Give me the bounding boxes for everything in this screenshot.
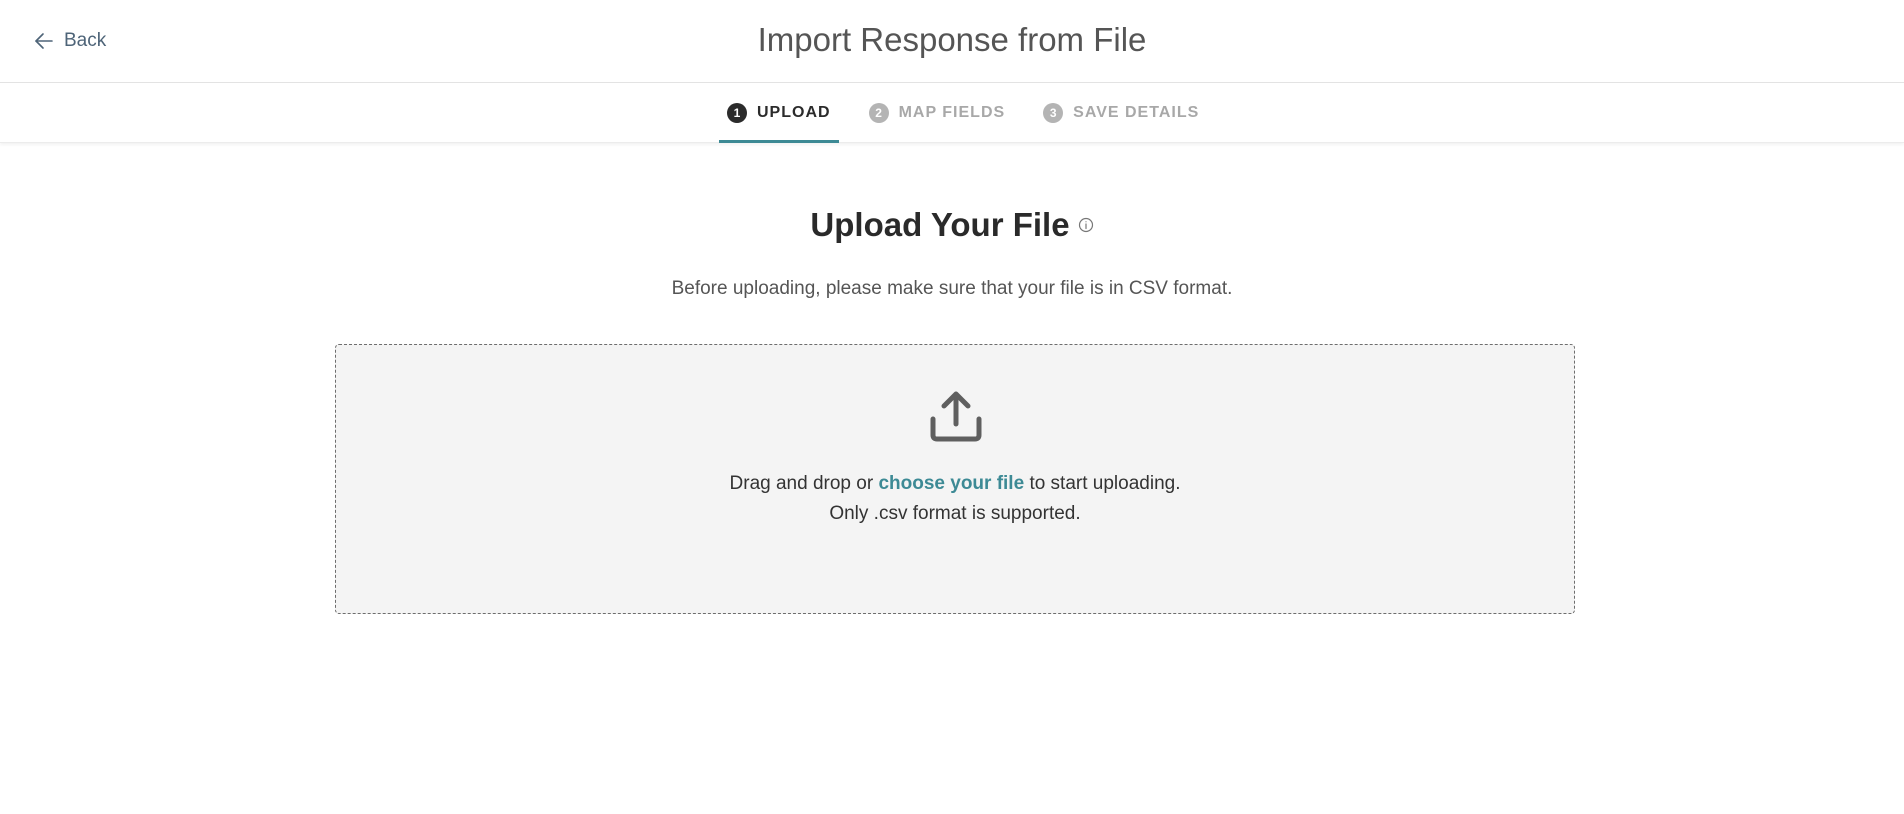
choose-file-link[interactable]: choose your file: [878, 473, 1024, 494]
step-number: 1: [727, 103, 747, 123]
step-label: MAP FIELDS: [898, 104, 1006, 121]
upload-instructions: Before uploading, please make sure that …: [671, 278, 1233, 299]
dropzone-text-after: to start uploading.: [1029, 473, 1181, 494]
dropzone-text: Drag and drop or choose your file to sta…: [336, 473, 1574, 495]
step-label: UPLOAD: [757, 104, 831, 121]
info-icon[interactable]: [1078, 217, 1094, 238]
dropzone-format-note: Only .csv format is supported.: [829, 503, 1081, 524]
step-save-details[interactable]: 3 SAVE DETAILS: [1035, 83, 1207, 143]
upload-icon: [929, 389, 983, 448]
step-upload[interactable]: 1 UPLOAD: [719, 83, 839, 143]
step-number: 3: [1043, 103, 1064, 123]
page-header: Back Import Response from File: [0, 0, 1904, 83]
page-title: Import Response from File: [757, 21, 1147, 58]
upload-heading: Upload Your File: [0, 203, 1904, 247]
stepper-bar: 1 UPLOAD 2 MAP FIELDS 3 SAVE DETAILS: [0, 83, 1904, 143]
dropzone-text-before: Drag and drop or: [729, 473, 874, 494]
step-number: 2: [868, 103, 889, 123]
step-map-fields[interactable]: 2 MAP FIELDS: [861, 83, 1014, 143]
section-title: Upload Your File: [810, 206, 1070, 243]
stepper: 1 UPLOAD 2 MAP FIELDS 3 SAVE DETAILS: [719, 83, 1229, 143]
file-dropzone[interactable]: Drag and drop or choose your file to sta…: [335, 344, 1575, 614]
step-label: SAVE DETAILS: [1073, 104, 1200, 121]
